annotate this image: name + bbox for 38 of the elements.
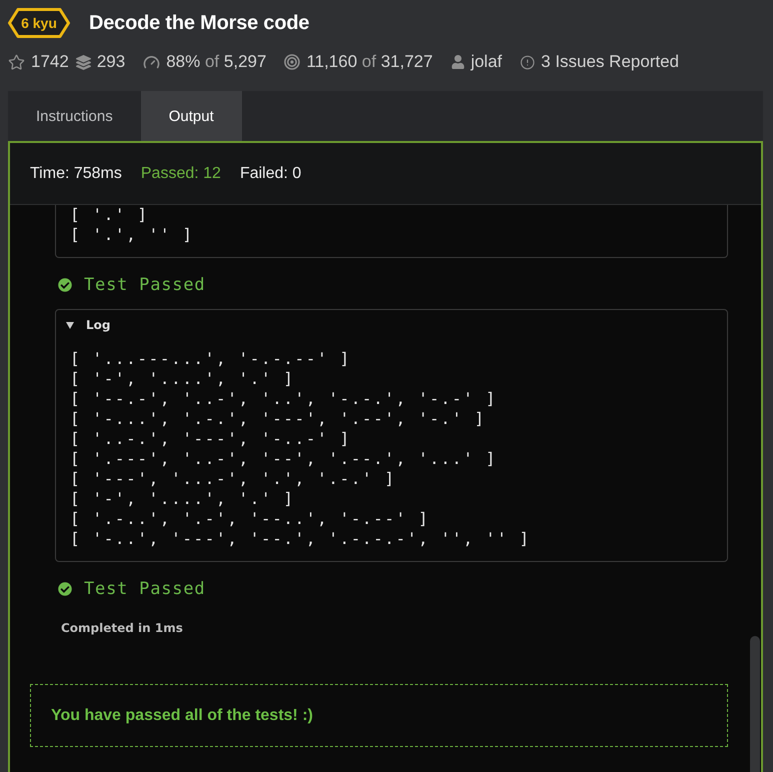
log-line: [ '-', '....', '.' ] bbox=[70, 489, 296, 509]
scrollbar-thumb[interactable] bbox=[750, 636, 760, 772]
success-message: You have passed all of the tests! :) bbox=[30, 684, 728, 747]
log-line: [ '...---...', '-.-.--' ] bbox=[70, 349, 352, 369]
completion-time: Completed in 1ms bbox=[60, 620, 183, 636]
summary-stat: Time: 758ms bbox=[30, 164, 122, 182]
log-line: [ '.-..', '.-', '--..', '-.--' ] bbox=[70, 509, 430, 529]
issues-link[interactable]: 3 Issues Reported bbox=[541, 52, 679, 72]
caret-icon bbox=[66, 322, 74, 328]
tab[interactable]: Instructions bbox=[8, 91, 141, 141]
log-toggle[interactable]: Log bbox=[56, 310, 110, 340]
tab[interactable]: Output bbox=[140, 91, 242, 141]
log-line: [ '-...', '.-.', '---', '.--', '-.' ] bbox=[70, 409, 487, 429]
log-line: [ '-', '....', '.' ] bbox=[70, 369, 296, 389]
author-link[interactable]: jolaf bbox=[470, 52, 502, 72]
target-icon bbox=[284, 54, 300, 70]
test-status: Test Passed bbox=[84, 275, 206, 295]
stars-count: 1742 bbox=[31, 52, 69, 72]
layers-icon bbox=[76, 54, 91, 70]
log-line: [ '..-.', '---', '-..-' ] bbox=[70, 429, 352, 449]
log-line: [ '-..', '---', '--.', '.-.-.-', '', '' ] bbox=[70, 529, 532, 549]
kata-title: Decode the Morse code bbox=[89, 12, 310, 34]
gauge-icon bbox=[143, 54, 160, 70]
user-icon bbox=[450, 55, 465, 69]
log-line: [ '--.-', '..-', '..', '-.-.', '-.-' ] bbox=[70, 389, 498, 409]
test-status: Test Passed bbox=[84, 579, 206, 599]
log-line: [ '.' ] bbox=[70, 205, 150, 225]
log-line: [ '.', '' ] bbox=[70, 225, 195, 245]
summary-stat: Failed: 0 bbox=[240, 164, 302, 182]
satisfaction-rating: 88% of 5,297 bbox=[166, 52, 266, 72]
collections-count: 293 bbox=[96, 52, 126, 72]
rank-badge: 6 kyu bbox=[8, 8, 70, 38]
alert-icon bbox=[520, 54, 536, 70]
log-line: [ '.---', '..-', '--', '.--.', '...' ] bbox=[70, 449, 498, 469]
star-icon bbox=[8, 54, 25, 70]
completions-count: 11,160 of 31,727 bbox=[306, 52, 433, 72]
log-line: [ '---', '...-', '.', '.-.' ] bbox=[70, 469, 397, 489]
summary-stat: Passed: 12 bbox=[140, 164, 221, 182]
